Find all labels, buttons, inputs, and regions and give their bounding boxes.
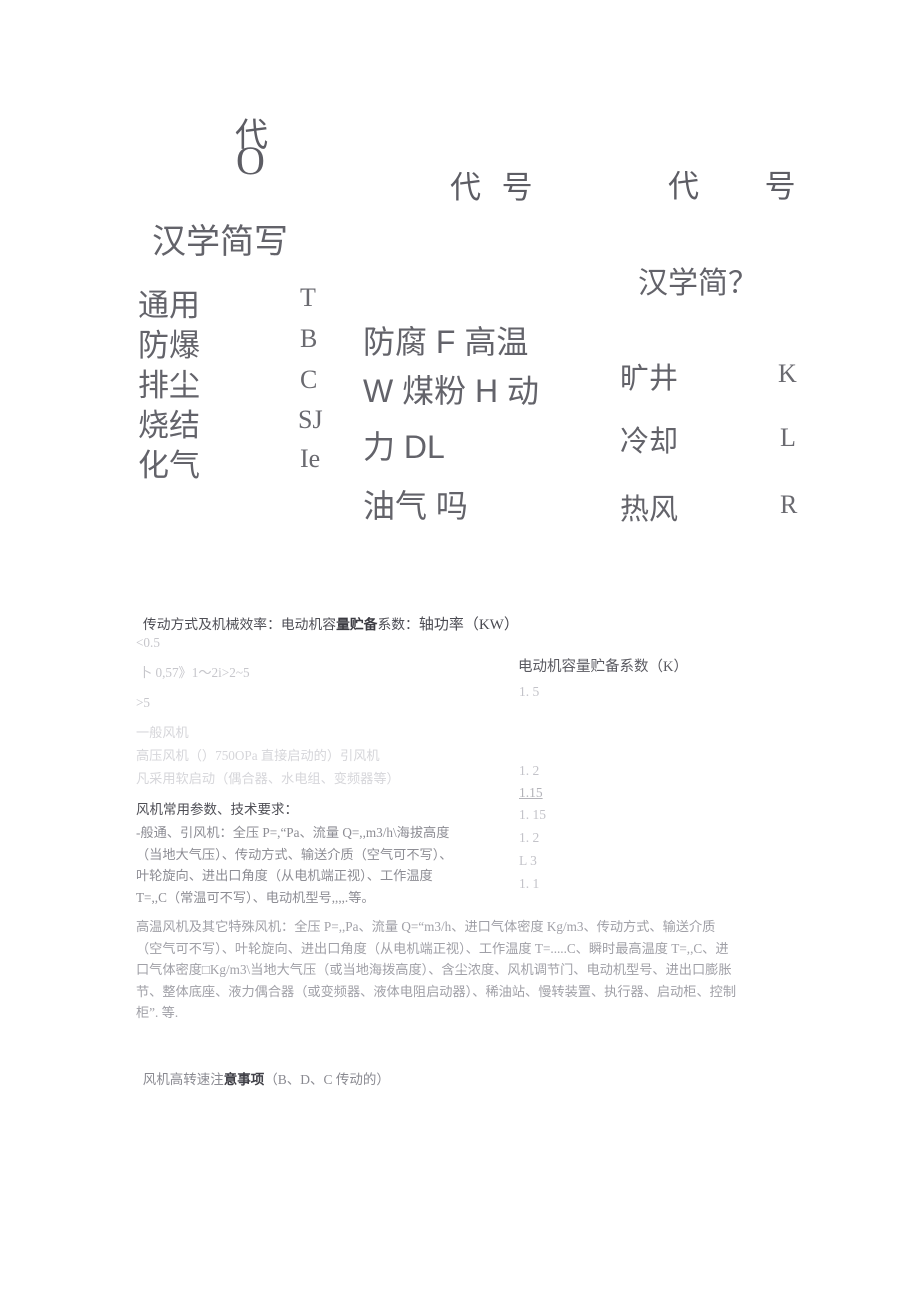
- table-row-label: 热风: [620, 494, 679, 526]
- column-1-header-sub: 汉学简写: [152, 223, 288, 261]
- high-temp-fan-paragraph: 高温风机及其它特殊风机：全压 P=,,Pa、流量 Q=“m3/h、进口气体密度 …: [136, 919, 737, 1020]
- ratio-line: 卜 0,57》1～2i>2~5: [139, 665, 250, 680]
- ratio-line: >5: [136, 695, 151, 710]
- table-row-label: 烧结: [138, 408, 200, 443]
- k-value: 1. 2: [519, 763, 540, 778]
- fan-type-line: 凡采用软启动（偶合器、水电组、变频器等）: [136, 771, 400, 786]
- table-row-label: 排尘: [138, 368, 200, 403]
- transmission-heading-part-4: 轴功率（KW）: [418, 617, 519, 633]
- table-row-code: Ie: [300, 444, 321, 473]
- footer-note: 风机高转速注意事项（B、D、C 传动的）: [136, 1048, 390, 1090]
- column-3-header-code: 代 号: [668, 169, 798, 204]
- ratio-line: <0.5: [136, 635, 160, 650]
- table-row-label: 冷却: [620, 426, 679, 458]
- params-heading: 风机常用参数、技术要求：: [136, 802, 298, 817]
- k-value: 1. 15: [519, 807, 546, 822]
- k-value: 1.15: [519, 785, 543, 800]
- table-row-label: 防爆: [138, 328, 200, 363]
- general-fan-paragraph: -般通、引风机：全压 P=,“Pa、流量 Q=,,m3/h\海拔高度 （当地大气…: [136, 825, 453, 905]
- column-2-line: 油气 吗: [363, 488, 468, 524]
- k-column-header: 电动机容量贮备系数（K）: [518, 659, 688, 675]
- table-row-code: SJ: [298, 405, 323, 434]
- column-1-header-code-extra: O: [236, 138, 265, 183]
- table-row-label: 通用: [138, 288, 200, 323]
- table-row-code: R: [780, 490, 798, 519]
- table-row-code: L: [780, 423, 796, 452]
- column-3-header-sub: 汉学简？: [638, 267, 758, 300]
- column-2-header-sub-clip: 汉字简写: [418, 257, 598, 282]
- k-value: 1. 5: [519, 684, 540, 699]
- transmission-heading-part-2: 量贮备: [336, 617, 378, 632]
- transmission-heading-part-3: 系数：: [377, 617, 419, 632]
- transmission-heading-part-1: 传动方式及机械效率：电动机容: [142, 617, 337, 632]
- footer-note-part-1: 风机高转速注: [142, 1072, 224, 1087]
- column-2-header-code: 代 号: [450, 170, 539, 205]
- transmission-heading: 传动方式及机械效率：电动机容量贮备系数：轴功率（KW）: [136, 593, 756, 636]
- fan-type-line: 一般风机: [136, 725, 189, 740]
- footer-note-part-3: （B、D、C 传动的）: [264, 1072, 390, 1087]
- footer-note-part-2: 意事项: [223, 1072, 265, 1087]
- table-row-code: T: [300, 283, 316, 312]
- table-row-code: B: [300, 324, 318, 353]
- fan-type-line: 高压风机（）750OPa 直接启动的）引风机: [136, 748, 380, 763]
- column-2-line: W 煤粉 H 动: [363, 373, 539, 409]
- table-row-label: 化气: [138, 448, 200, 483]
- table-row-label: 旷井: [620, 363, 679, 395]
- column-2-line: 力 DL: [363, 429, 445, 465]
- column-2-line: 防腐 F 高温: [363, 324, 529, 360]
- table-row-code-clipped: GJ: [770, 562, 830, 584]
- table-row-code: K: [778, 359, 797, 388]
- table-row-code: C: [300, 365, 318, 394]
